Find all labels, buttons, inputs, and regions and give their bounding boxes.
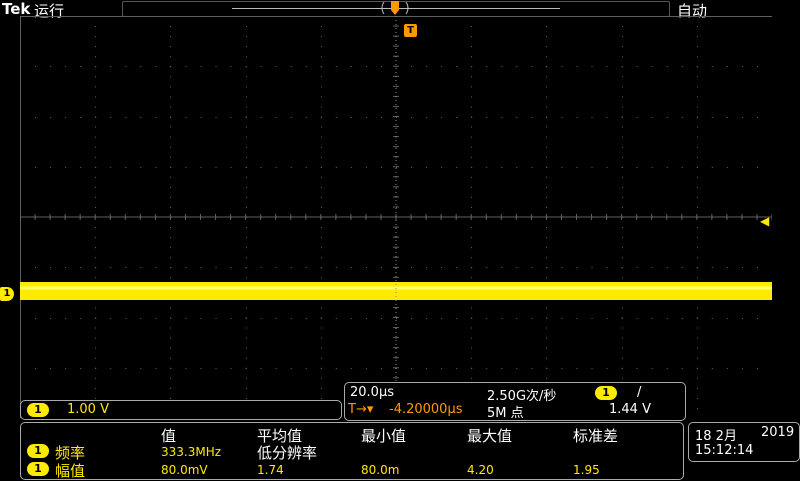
meas-header-std: 标准差 [573, 427, 619, 445]
meas-low-resolution-note: 低分辨率 [257, 444, 318, 462]
meas-header-value: 值 [161, 427, 177, 445]
datetime-box[interactable]: 18 2月 2019 15:12:14 [688, 422, 800, 462]
trigger-position-icon: T→▾ [348, 402, 374, 417]
trigger-position-value: -4.20000µs [389, 402, 463, 417]
meas-row-1-badge: 1 [27, 444, 49, 458]
channel-1-badge: 1 [27, 403, 49, 417]
time: 15:12:14 [695, 443, 754, 458]
waveform-graticule [20, 16, 772, 418]
trigger-level-value: 1.44 V [609, 402, 651, 417]
meas-row-2-badge: 1 [27, 462, 49, 476]
date: 18 2月 [695, 429, 737, 444]
record-window-marker [381, 1, 409, 15]
meas-row-2-std: 1.95 [573, 463, 600, 477]
measurements-panel[interactable]: 值 平均值 最小值 最大值 标准差 1 频率 333.3MHz 低分辨率 1 幅… [20, 422, 684, 480]
trigger-level-arrow-icon[interactable]: ◀ [760, 215, 769, 227]
meas-row-2-max: 4.20 [467, 463, 494, 477]
channel-1-ground-marker[interactable]: 1 [0, 287, 14, 301]
meas-row-2-min: 80.0m [361, 463, 400, 477]
horizontal-trigger-box[interactable]: 20.0µs 2.50G次/秒 1 / T→▾ -4.20000µs 5M 点 … [344, 382, 686, 421]
trigger-position-marker[interactable]: T [404, 24, 417, 37]
year: 2019 [761, 425, 795, 440]
channel-1-scale: 1.00 V [67, 402, 109, 417]
meas-row-2-mean: 1.74 [257, 463, 284, 477]
time-per-division: 20.0µs [350, 385, 394, 400]
record-length: 5M 点 [487, 406, 524, 421]
meas-row-2-value: 80.0mV [161, 463, 208, 477]
trigger-slope-icon: / [637, 385, 642, 400]
meas-row-2-name: 幅值 [55, 462, 86, 480]
trigger-source-badge: 1 [595, 386, 617, 400]
meas-header-min: 最小值 [361, 427, 407, 445]
meas-row-1-value: 333.3MHz [161, 445, 222, 459]
meas-header-max: 最大值 [467, 427, 513, 445]
channel-1-scale-box[interactable]: 1 1.00 V [20, 400, 342, 420]
